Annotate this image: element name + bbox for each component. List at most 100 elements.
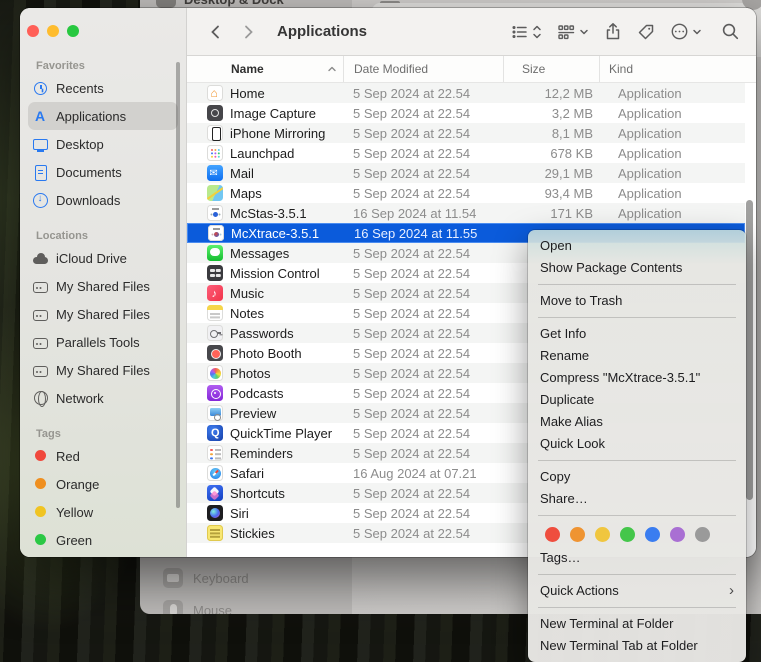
menu-item-make-alias[interactable]: Make Alias — [528, 411, 746, 433]
tag-color-icon — [32, 448, 49, 465]
settings-item-keyboard[interactable]: Keyboard — [163, 568, 249, 588]
menu-item-copy[interactable]: Copy — [528, 466, 746, 488]
file-size: 29,1 MB — [503, 166, 593, 181]
file-size: 3,2 MB — [503, 106, 593, 121]
file-icon — [207, 365, 223, 381]
sidebar-item[interactable]: Parallels Tools — [28, 328, 178, 356]
menu-item-new-terminal-at-folder[interactable]: New Terminal at Folder — [528, 613, 746, 635]
chevron-right-icon — [239, 23, 257, 41]
sidebar-scrollbar-thumb[interactable] — [176, 62, 180, 508]
sidebar-item-tag[interactable]: Orange — [28, 470, 178, 498]
sidebar-item[interactable]: Applications — [28, 102, 178, 130]
file-name-cell: Reminders — [187, 445, 343, 461]
file-name: Safari — [230, 466, 264, 481]
column-header-name[interactable]: Name — [187, 56, 343, 82]
sidebar-section-tags: Tags — [36, 428, 186, 440]
group-by-button[interactable] — [557, 23, 589, 41]
minimize-button[interactable] — [47, 25, 59, 37]
more-actions-button[interactable] — [670, 22, 702, 41]
menu-item-duplicate[interactable]: Duplicate — [528, 389, 746, 411]
table-row[interactable]: Home 5 Sep 2024 at 22.54 12,2 MB Applica… — [187, 83, 745, 103]
sidebar-item-tag[interactable]: Red — [28, 442, 178, 470]
sidebar-item[interactable]: Recents — [28, 74, 178, 102]
file-date-modified: 5 Sep 2024 at 22.54 — [343, 286, 503, 301]
file-name-cell: Safari — [187, 465, 343, 481]
list-view-icon — [511, 23, 529, 41]
table-row[interactable]: iPhone Mirroring 5 Sep 2024 at 22.54 8,1… — [187, 123, 745, 143]
forward-button[interactable] — [235, 19, 261, 45]
sidebar-item[interactable]: Desktop — [28, 130, 178, 158]
menu-item-move-to-trash[interactable]: Move to Trash — [528, 290, 746, 312]
table-row[interactable]: Launchpad 5 Sep 2024 at 22.54 678 KB App… — [187, 143, 745, 163]
sidebar-item[interactable]: My Shared Files — [28, 356, 178, 384]
tag-color-icon — [32, 504, 49, 521]
sidebar-item[interactable]: Network — [28, 384, 178, 412]
column-header-size[interactable]: Size — [503, 56, 599, 82]
back-button[interactable] — [203, 19, 229, 45]
view-mode-button[interactable] — [511, 23, 542, 41]
file-name-cell: Siri — [187, 505, 343, 521]
column-label: Date Modified — [354, 62, 428, 76]
file-name-cell: Notes — [187, 305, 343, 321]
menu-item-label: Show Package Contents — [540, 257, 682, 279]
menu-item-quick-look[interactable]: Quick Look — [528, 433, 746, 455]
file-date-modified: 5 Sep 2024 at 22.54 — [343, 306, 503, 321]
sidebar-item-tag[interactable]: Green — [28, 526, 178, 554]
file-date-modified: 5 Sep 2024 at 22.54 — [343, 326, 503, 341]
file-date-modified: 5 Sep 2024 at 22.54 — [343, 506, 503, 521]
menu-item-open[interactable]: Open — [528, 235, 746, 257]
tag-color-blue[interactable] — [645, 527, 660, 542]
menu-item-label: Rename — [540, 345, 589, 367]
menu-item-tags[interactable]: Tags… — [528, 547, 746, 569]
tag-color-red[interactable] — [545, 527, 560, 542]
file-date-modified: 5 Sep 2024 at 22.54 — [343, 486, 503, 501]
table-row[interactable]: Image Capture 5 Sep 2024 at 22.54 3,2 MB… — [187, 103, 745, 123]
column-header-date-modified[interactable]: Date Modified — [343, 56, 503, 82]
menu-item-new-terminal-tab-at-folder[interactable]: New Terminal Tab at Folder — [528, 635, 746, 657]
close-button[interactable] — [27, 25, 39, 37]
column-header-kind[interactable]: Kind — [599, 56, 756, 82]
file-name: QuickTime Player — [230, 426, 332, 441]
file-icon — [207, 425, 223, 441]
sidebar-item[interactable]: My Shared Files — [28, 300, 178, 328]
file-name-cell: Image Capture — [187, 105, 343, 121]
menu-item-show-package-contents[interactable]: Show Package Contents — [528, 257, 746, 279]
table-row[interactable]: McStas-3.5.1 16 Sep 2024 at 11.54 171 KB… — [187, 203, 745, 223]
share-button[interactable] — [604, 22, 622, 41]
menu-separator — [538, 607, 736, 608]
file-size: 678 KB — [503, 146, 593, 161]
menu-item-share[interactable]: Share… — [528, 488, 746, 510]
sidebar-item[interactable]: iCloud Drive — [28, 244, 178, 272]
table-row[interactable]: Maps 5 Sep 2024 at 22.54 93,4 MB Applica… — [187, 183, 745, 203]
file-name-cell: Music — [187, 285, 343, 301]
tag-color-yellow[interactable] — [595, 527, 610, 542]
settings-item-desktop-dock[interactable]: Desktop & Dock — [184, 0, 284, 7]
table-row[interactable]: Mail 5 Sep 2024 at 22.54 29,1 MB Applica… — [187, 163, 745, 183]
search-button[interactable] — [721, 22, 740, 41]
menu-item-get-info[interactable]: Get Info — [528, 323, 746, 345]
sidebar-item[interactable]: Downloads — [28, 186, 178, 214]
sidebar-item-tag[interactable]: Yellow — [28, 498, 178, 526]
tag-color-gray[interactable] — [695, 527, 710, 542]
menu-item-compress-mcxtrace-3-5-1[interactable]: Compress "McXtrace-3.5.1" — [528, 367, 746, 389]
tag-color-purple[interactable] — [670, 527, 685, 542]
file-name: Mail — [230, 166, 254, 181]
tag-color-green[interactable] — [620, 527, 635, 542]
menu-item-rename[interactable]: Rename — [528, 345, 746, 367]
file-icon — [207, 405, 223, 421]
desktop-dock-icon — [156, 0, 176, 8]
locations-list: iCloud Drive My Shared Files My Shared F… — [20, 244, 186, 412]
tags-button[interactable] — [637, 23, 655, 41]
file-icon — [207, 85, 223, 101]
file-icon — [207, 205, 223, 221]
list-scrollbar-thumb[interactable] — [746, 200, 753, 500]
favorites-list: Recents Applications Desktop Doc — [20, 74, 186, 214]
sidebar-item[interactable]: My Shared Files — [28, 272, 178, 300]
sidebar-item[interactable]: Documents — [28, 158, 178, 186]
menu-item-quick-actions[interactable]: Quick Actions› — [528, 580, 746, 602]
zoom-button[interactable] — [67, 25, 79, 37]
file-size: 93,4 MB — [503, 186, 593, 201]
settings-item-mouse[interactable]: Mouse — [163, 600, 232, 614]
column-headers: Name Date Modified Size Kind — [187, 56, 756, 83]
tag-color-orange[interactable] — [570, 527, 585, 542]
